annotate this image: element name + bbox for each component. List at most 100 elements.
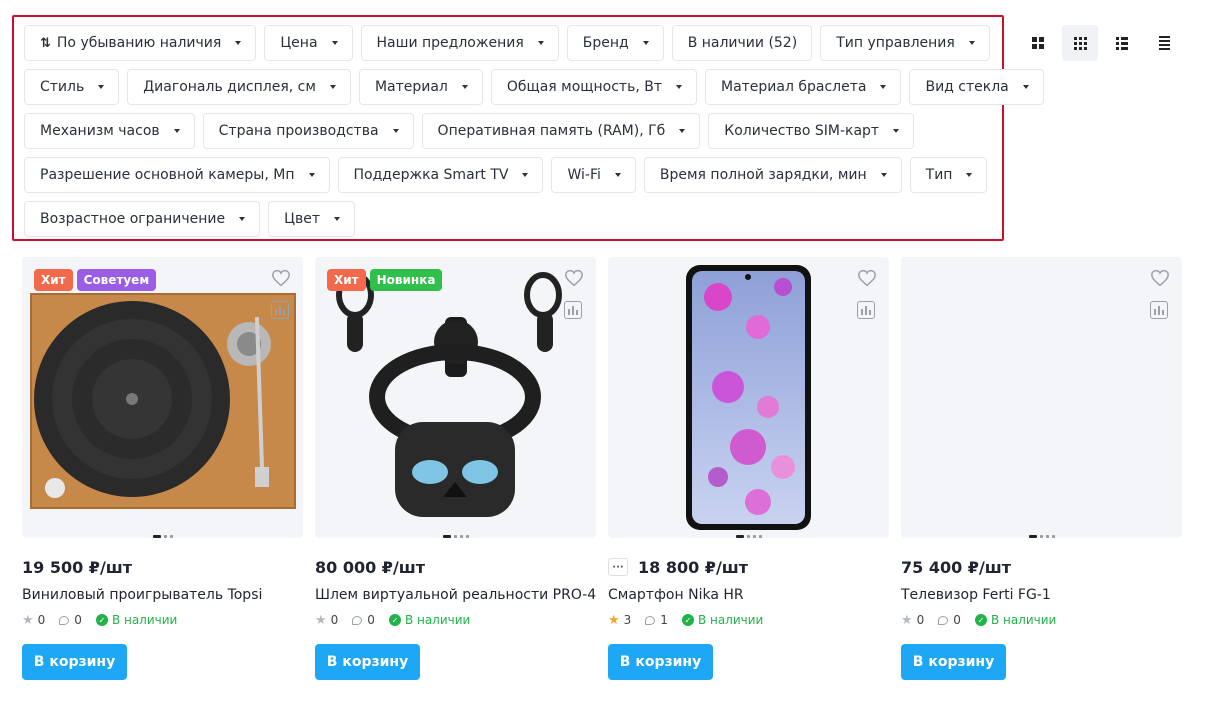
filter-brand[interactable]: Бренд — [566, 25, 664, 61]
heart-icon[interactable] — [857, 269, 877, 287]
badge-hit: Хит — [34, 269, 73, 291]
price-row: ··· 18 800 ₽/шт — [608, 556, 889, 578]
chevron-down-icon — [98, 85, 105, 89]
filter-color[interactable]: Цвет — [268, 201, 355, 237]
add-to-cart-button[interactable]: В корзину — [901, 644, 1006, 680]
check-circle-icon: ✓ — [974, 614, 987, 626]
filter-label: Разрешение основной камеры, Мп — [40, 167, 295, 183]
product-card: ··· 18 800 ₽/шт Смартфон Nika HR ★ 3 1 ✓ В… — [608, 257, 889, 680]
add-to-cart-button[interactable]: В корзину — [22, 644, 127, 680]
filter-label: Материал браслета — [720, 79, 867, 95]
filter-ram[interactable]: Оперативная память (RAM), Гб — [421, 113, 701, 149]
product-card: Хит Советуем 19 500 ₽/шт Виниловый проиг… — [22, 257, 303, 680]
product-image-area[interactable]: Хит Новинка — [315, 257, 596, 538]
more-options-button[interactable]: ··· — [608, 558, 628, 576]
product-name[interactable]: Виниловый проигрыватель Topsi — [22, 587, 303, 607]
filter-label: Цвет — [284, 211, 320, 227]
filter-power[interactable]: Общая мощность, Вт — [490, 69, 697, 105]
product-badges: Хит Новинка — [327, 269, 443, 291]
filter-label: Оперативная память (RAM), Гб — [437, 123, 666, 139]
sort-dropdown[interactable]: ⇅ По убыванию наличия — [24, 25, 257, 61]
chevron-down-icon — [880, 173, 887, 177]
product-badges: Хит Советуем — [34, 269, 157, 291]
filter-label: Тип — [925, 167, 953, 183]
check-circle-icon: ✓ — [388, 614, 401, 626]
filter-in-stock[interactable]: В наличии (52) — [671, 25, 813, 61]
filter-label: Вид стекла — [925, 79, 1009, 95]
filter-label: Wi-Fi — [567, 167, 601, 183]
chevron-down-icon — [893, 129, 900, 133]
filter-age-limit[interactable]: Возрастное ограничение — [24, 201, 261, 237]
filter-watch-mechanism[interactable]: Механизм часов — [24, 113, 195, 149]
sort-icon: ⇅ — [40, 35, 51, 51]
sort-label: По убыванию наличия — [56, 35, 222, 51]
filter-row-4: Разрешение основной камеры, Мп Поддержка… — [24, 157, 988, 193]
slider-dots — [735, 535, 762, 538]
lines-view-button[interactable] — [1146, 25, 1182, 61]
filter-control-type[interactable]: Тип управления — [820, 25, 990, 61]
product-name[interactable]: Телевизор Ferti FG-1 — [901, 587, 1182, 607]
rating-value: 3 — [623, 613, 632, 627]
filter-wifi[interactable]: Wi-Fi — [551, 157, 636, 193]
product-name[interactable]: Шлем виртуальной реальности PRO-4 — [315, 587, 596, 607]
add-to-cart-button[interactable]: В корзину — [315, 644, 420, 680]
filter-label: Возрастное ограничение — [40, 211, 226, 227]
chevron-down-icon — [968, 41, 975, 45]
compare-icon[interactable] — [857, 301, 875, 319]
product-name[interactable]: Смартфон Nika HR — [608, 587, 889, 607]
filter-label: Количество SIM-карт — [724, 123, 880, 139]
filter-diagonal[interactable]: Диагональ дисплея, см — [127, 69, 351, 105]
filter-row-5: Возрастное ограничение Цвет — [24, 201, 355, 237]
comment-icon — [352, 615, 363, 625]
filter-camera-resolution[interactable]: Разрешение основной камеры, Мп — [24, 157, 330, 193]
filter-smart-tv[interactable]: Поддержка Smart TV — [337, 157, 544, 193]
chevron-down-icon — [614, 173, 621, 177]
filter-bracelet-material[interactable]: Материал браслета — [704, 69, 902, 105]
filter-glass-type[interactable]: Вид стекла — [909, 69, 1044, 105]
rating-value: 0 — [37, 613, 46, 627]
filter-sim-count[interactable]: Количество SIM-карт — [708, 113, 915, 149]
chevron-down-icon — [173, 129, 180, 133]
filter-row-1: ⇅ По убыванию наличия Цена Наши предложе… — [24, 25, 990, 61]
lines-icon — [1158, 36, 1170, 50]
badge-recommend: Советуем — [76, 269, 157, 291]
filter-type[interactable]: Тип — [909, 157, 988, 193]
product-price: 75 400 ₽/шт — [901, 557, 1012, 577]
chevron-down-icon — [679, 129, 686, 133]
filter-label: Страна производства — [218, 123, 379, 139]
list-view-button[interactable] — [1104, 25, 1140, 61]
filter-charge-time[interactable]: Время полной зарядки, мин — [643, 157, 902, 193]
grid-large-icon — [1032, 37, 1044, 49]
filter-price[interactable]: Цена — [264, 25, 353, 61]
compare-icon[interactable] — [564, 301, 582, 319]
product-image-area[interactable] — [608, 257, 889, 538]
filter-country[interactable]: Страна производства — [202, 113, 414, 149]
filter-label: Диагональ дисплея, см — [143, 79, 316, 95]
turntable-image — [30, 293, 296, 509]
product-image-area[interactable] — [901, 257, 1182, 538]
grid-large-view-button[interactable] — [1020, 25, 1056, 61]
heart-icon[interactable] — [1150, 269, 1170, 287]
rating-value: 0 — [330, 613, 339, 627]
star-icon: ★ — [901, 612, 913, 628]
grid-small-icon — [1073, 36, 1087, 50]
price-row: 80 000 ₽/шт — [315, 556, 596, 578]
compare-icon[interactable] — [1150, 301, 1168, 319]
chevron-down-icon — [308, 173, 315, 177]
filters-panel: ⇅ По убыванию наличия Цена Наши предложе… — [12, 15, 1044, 241]
grid-small-view-button[interactable] — [1062, 25, 1098, 61]
filter-style[interactable]: Стиль — [24, 69, 120, 105]
heart-icon[interactable] — [564, 269, 584, 287]
product-image-area[interactable]: Хит Советуем — [22, 257, 303, 538]
filter-material[interactable]: Материал — [358, 69, 483, 105]
chevron-down-icon — [329, 85, 336, 89]
filter-offers[interactable]: Наши предложения — [360, 25, 559, 61]
slider-dots — [1028, 535, 1055, 538]
compare-icon[interactable] — [271, 301, 289, 319]
reviews-count: 0 — [367, 613, 375, 627]
add-to-cart-button[interactable]: В корзину — [608, 644, 713, 680]
heart-icon[interactable] — [271, 269, 291, 287]
filter-row-3: Механизм часов Страна производства Опера… — [24, 113, 915, 149]
chevron-down-icon — [392, 129, 399, 133]
rating-value: 0 — [916, 613, 925, 627]
